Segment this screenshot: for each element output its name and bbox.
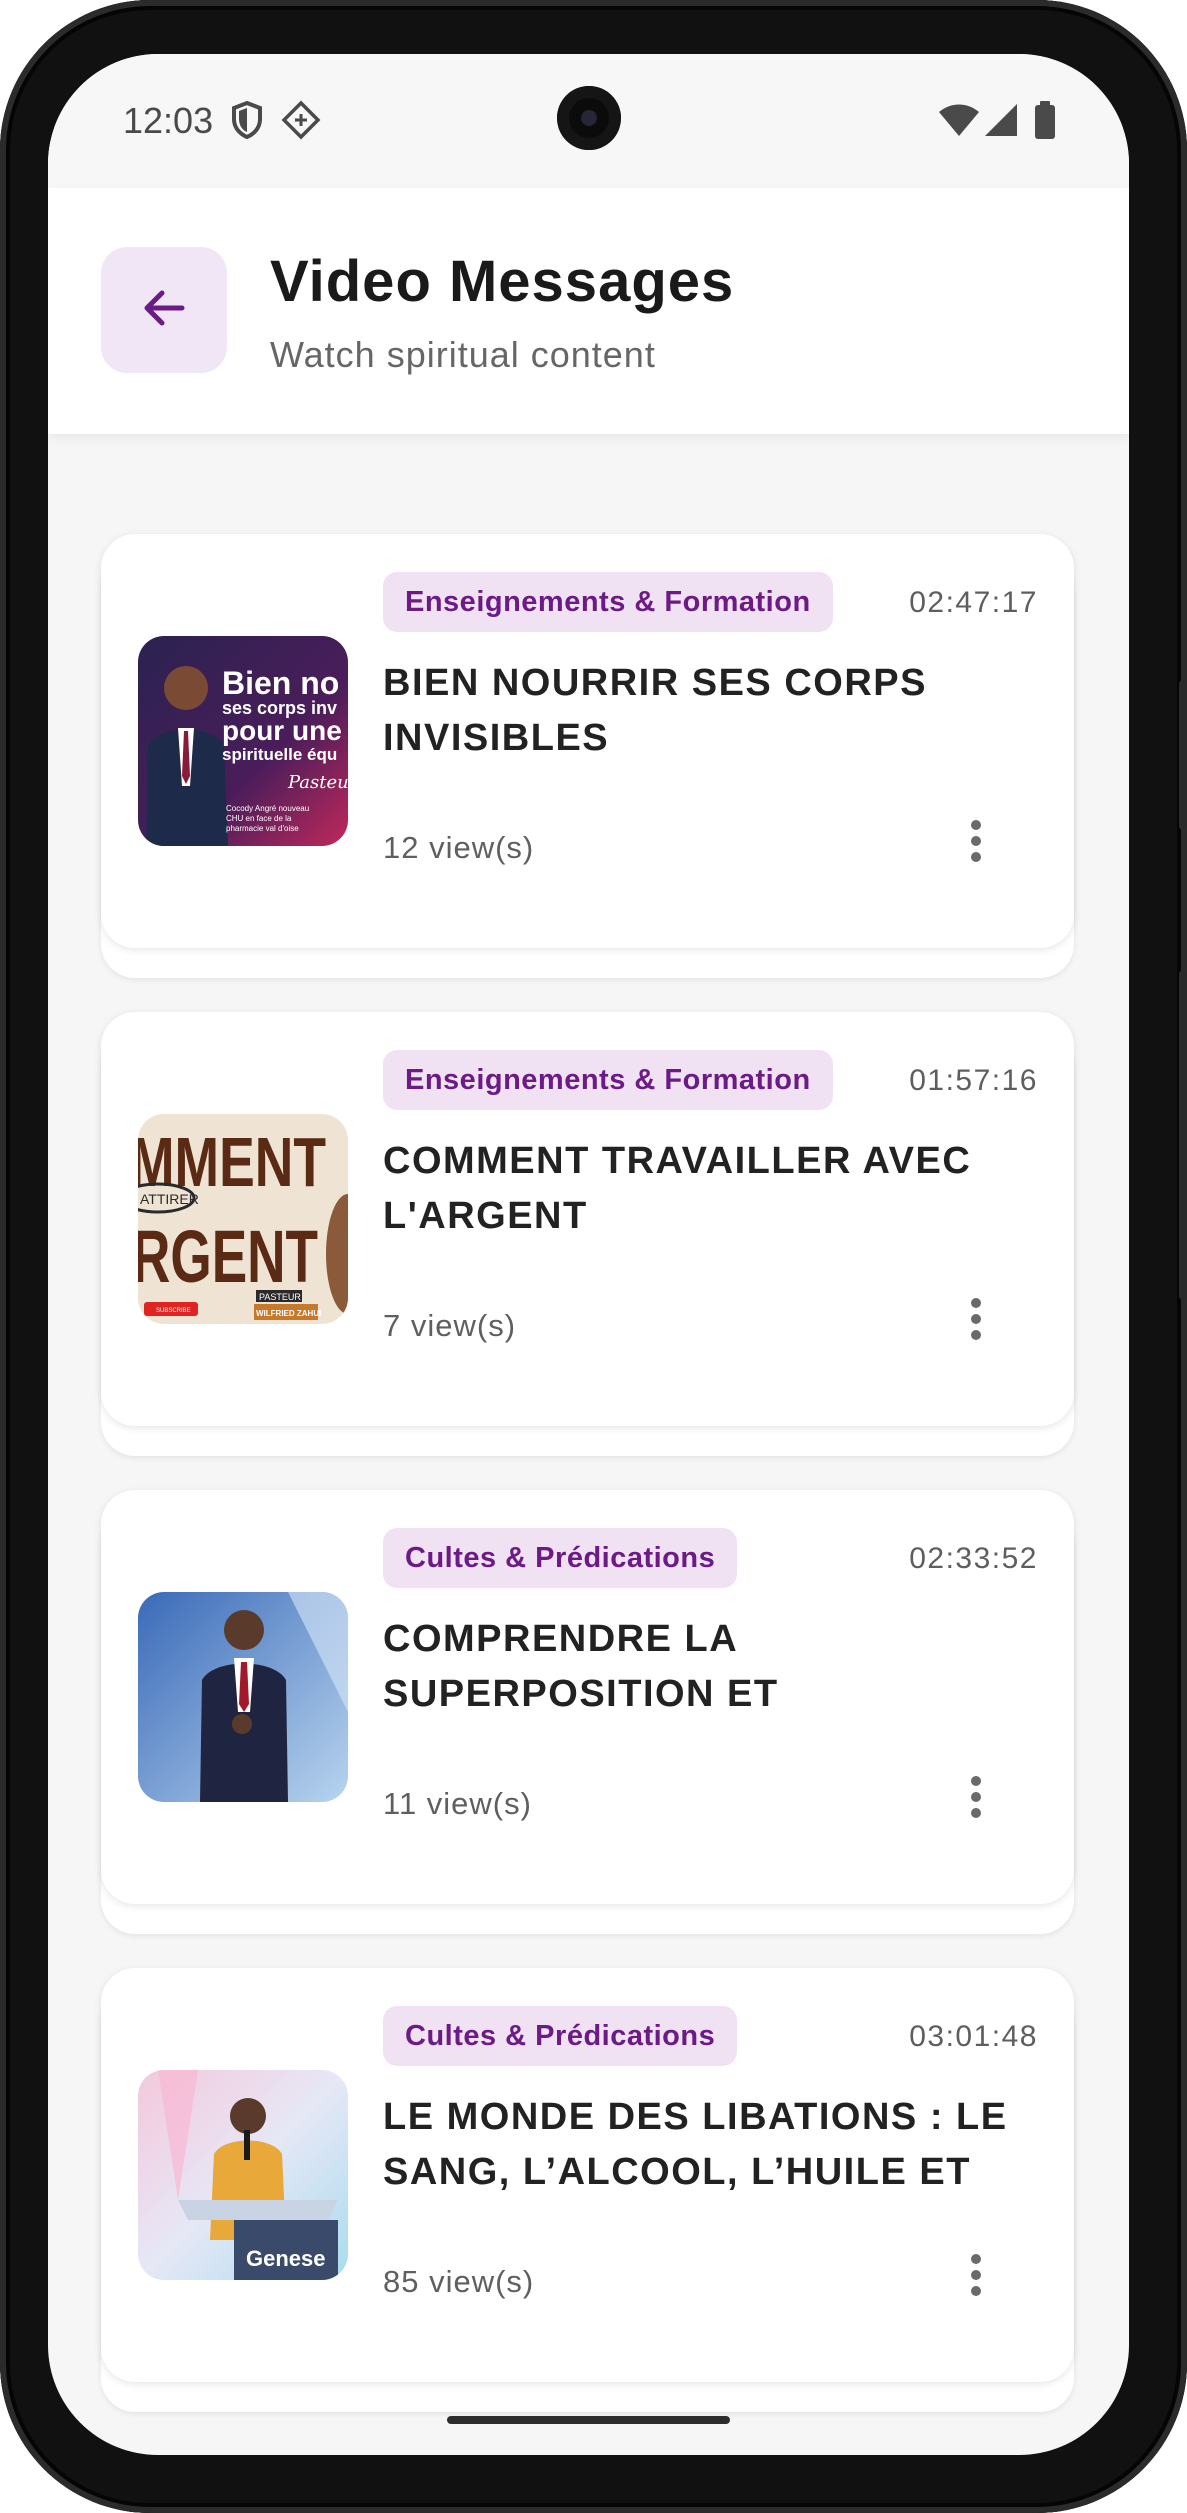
view-count: 7 view(s) [383, 1308, 517, 1343]
thumb-text: pour une [222, 715, 342, 746]
video-card[interactable]: Genese Cultes & Prédications 03:01:48 LE… [101, 1968, 1074, 2382]
status-bar: 12:03 [48, 54, 1129, 188]
page-title: Video Messages [270, 249, 735, 314]
more-vertical-icon [970, 2253, 982, 2302]
thumb-text: spirituelle équ [222, 745, 337, 764]
video-card[interactable]: Cultes & Prédications 02:33:52 COMPRENDR… [101, 1490, 1074, 1904]
thumb-text: Bien no [222, 665, 339, 701]
thumb-text: SUBSCRIBE [156, 1308, 191, 1314]
video-duration: 02:33:52 [909, 1542, 1038, 1575]
video-card[interactable]: MMENT ATTIRER RGENT PASTEUR WILFRIED ZAH… [101, 1012, 1074, 1426]
thumb-text: MMENT [138, 1123, 326, 1201]
phone-frame: 12:03 Video Messages Watch spiritual con… [0, 0, 1187, 2513]
more-vertical-icon [970, 1297, 982, 1346]
more-options-button[interactable] [941, 1764, 1011, 1834]
video-duration: 02:47:17 [909, 586, 1038, 619]
home-indicator[interactable] [447, 2416, 730, 2424]
video-list[interactable]: Bien no ses corps inv pour une spirituel… [48, 434, 1129, 2455]
thumb-text: Genese [246, 2246, 326, 2271]
video-card-wrapper: MMENT ATTIRER RGENT PASTEUR WILFRIED ZAH… [101, 1012, 1074, 1456]
more-options-button[interactable] [941, 808, 1011, 878]
video-card[interactable]: Bien no ses corps inv pour une spirituel… [101, 534, 1074, 948]
category-chip[interactable]: Enseignements & Formation [383, 572, 833, 632]
video-duration: 03:01:48 [909, 2020, 1038, 2053]
page-subtitle: Watch spiritual content [270, 334, 656, 375]
video-title[interactable]: LE MONDE DES LIBATIONS : LE SANG, L’ALCO… [383, 2090, 1023, 2200]
battery-icon [1034, 100, 1056, 140]
volume-button [1179, 680, 1187, 830]
thumb-text: Pasteur [287, 772, 348, 793]
video-thumbnail[interactable]: Genese [138, 2070, 348, 2280]
category-chip[interactable]: Cultes & Prédications [383, 2006, 738, 2066]
shield-icon [230, 100, 264, 140]
thumb-text: PASTEUR [259, 1292, 301, 1302]
video-title[interactable]: COMMENT TRAVAILLER AVEC L'ARGENT [383, 1134, 1023, 1244]
cellular-icon [983, 100, 1019, 140]
video-card-wrapper: Genese Cultes & Prédications 03:01:48 LE… [101, 1968, 1074, 2412]
view-count: 11 view(s) [383, 1786, 532, 1821]
more-vertical-icon [970, 1775, 982, 1824]
video-title[interactable]: COMPRENDRE LA SUPERPOSITION ET [383, 1612, 1023, 1722]
view-count: 12 view(s) [383, 830, 535, 865]
video-card-wrapper: Cultes & Prédications 02:33:52 COMPRENDR… [101, 1490, 1074, 1934]
view-count: 85 view(s) [383, 2264, 535, 2299]
category-chip[interactable]: Enseignements & Formation [383, 1050, 833, 1110]
more-options-button[interactable] [941, 1286, 1011, 1356]
thumb-text: WILFRIED ZAHUI [256, 1309, 321, 1318]
category-chip[interactable]: Cultes & Prédications [383, 1528, 738, 1588]
screen: 12:03 Video Messages Watch spiritual con… [48, 54, 1129, 2455]
video-thumbnail[interactable] [138, 1592, 348, 1802]
status-time: 12:03 [123, 100, 214, 141]
wifi-icon [938, 100, 980, 140]
app-header: Video Messages Watch spiritual content [48, 188, 1129, 434]
thumb-text: ATTIRER [140, 1191, 199, 1207]
arrow-left-icon [142, 288, 186, 333]
video-duration: 01:57:16 [909, 1064, 1038, 1097]
video-thumbnail[interactable]: Bien no ses corps inv pour une spirituel… [138, 636, 348, 846]
diamond-signal-icon [281, 100, 321, 140]
video-thumbnail[interactable]: MMENT ATTIRER RGENT PASTEUR WILFRIED ZAH… [138, 1114, 348, 1324]
thumb-caption: Cocody Angré nouveau CHU en face de la p… [226, 804, 310, 833]
more-options-button[interactable] [941, 2242, 1011, 2312]
more-vertical-icon [970, 819, 982, 868]
power-button [1179, 970, 1187, 1300]
video-card-wrapper: Bien no ses corps inv pour une spirituel… [101, 534, 1074, 978]
back-button[interactable] [101, 247, 227, 373]
video-title[interactable]: BIEN NOURRIR SES CORPS INVISIBLES [383, 656, 1023, 766]
front-camera [557, 86, 621, 150]
thumb-text: RGENT [138, 1215, 318, 1298]
